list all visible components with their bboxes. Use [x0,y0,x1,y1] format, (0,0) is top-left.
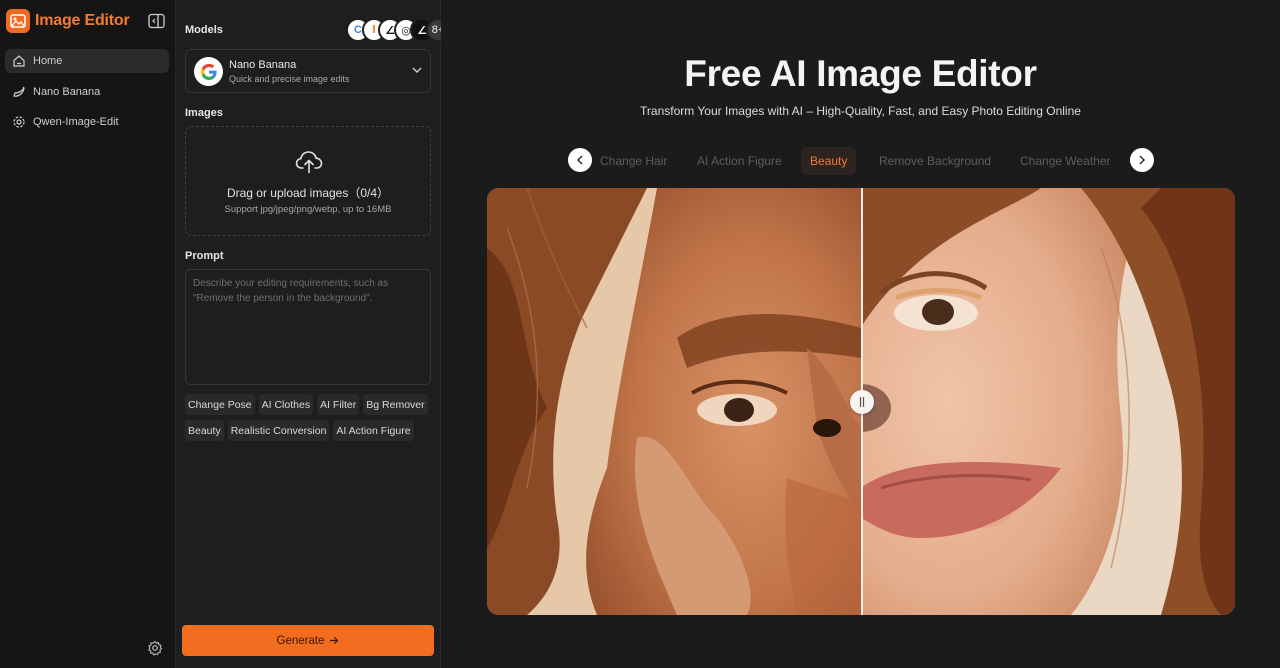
before-image [487,188,861,615]
chip-ai-filter[interactable]: AI Filter [317,394,360,415]
split-handle-icon[interactable] [850,390,874,414]
prompt-input[interactable] [185,269,431,385]
after-image [861,188,1235,615]
model-name: Nano Banana [229,59,297,71]
tabs-next-button[interactable] [1130,148,1154,172]
tab-remove-background[interactable]: Remove Background [879,147,991,175]
prompt-suggestion-chips: Change Pose AI Clothes AI Filter Bg Remo… [185,394,435,441]
home-icon [13,55,25,67]
generate-button[interactable]: Generate [182,625,434,656]
nav-item-nano-banana[interactable]: Nano Banana [5,80,169,104]
nav-item-qwen-image-edit[interactable]: Qwen-Image-Edit [5,110,169,134]
google-icon [194,57,223,86]
upload-hint: Support jpg/jpeg/png/webp, up to 16MB [224,204,392,215]
model-providers[interactable]: C l ∠ ◎ ∠ 8+ [346,18,450,42]
images-label: Images [185,107,223,119]
chip-ai-action-figure[interactable]: AI Action Figure [333,420,414,441]
app-name: Image Editor [35,12,130,29]
nav-item-label: Home [33,55,63,67]
gear-flower-icon [13,116,25,128]
chevron-left-icon [577,155,583,165]
chip-bg-remover[interactable]: Bg Remover [363,394,428,415]
image-upload-dropzone[interactable]: Drag or upload images（0/4） Support jpg/j… [185,126,431,236]
upload-title: Drag or upload images（0/4） [226,186,390,200]
logo-icon [6,9,30,33]
before-after-comparison[interactable] [487,188,1235,615]
chevron-down-icon [412,67,422,73]
sidebar-toggle-icon[interactable] [148,13,165,29]
tab-change-hair[interactable]: Change Hair [600,147,667,175]
chip-beauty[interactable]: Beauty [185,420,224,441]
tabs-prev-button[interactable] [568,148,592,172]
main-content: Free AI Image Editor Transform Your Imag… [441,0,1280,668]
model-description: Quick and precise image edits [229,74,350,84]
page-subtitle: Transform Your Images with AI – High-Qua… [640,104,1081,118]
page-title: Free AI Image Editor [684,53,1037,94]
tab-beauty[interactable]: Beauty [801,147,857,175]
chip-realistic-conversion[interactable]: Realistic Conversion [227,420,330,441]
sidebar-nav: Image Editor Home Nano Banana Qwen-Image… [0,0,176,668]
editor-form-panel: Models C l ∠ ◎ ∠ 8+ Nano Banana Quick an… [176,0,450,668]
brand[interactable]: Image Editor [6,9,130,33]
prompt-label: Prompt [185,250,224,262]
cloud-upload-icon [295,151,323,174]
nav-item-label: Qwen-Image-Edit [33,116,119,128]
tab-ai-action-figure[interactable]: AI Action Figure [697,147,782,175]
tab-change-weather[interactable]: Change Weather [1020,147,1111,175]
nav-item-home[interactable]: Home [5,49,169,73]
generate-label: Generate [276,634,325,647]
banana-icon [13,86,25,97]
nav-list: Home Nano Banana Qwen-Image-Edit [5,49,169,141]
models-label: Models [185,24,223,36]
chip-ai-clothes[interactable]: AI Clothes [258,394,314,415]
nav-item-label: Nano Banana [33,85,101,98]
model-select[interactable]: Nano Banana Quick and precise image edit… [185,49,431,93]
chevron-right-icon [1139,155,1145,165]
example-tabs: Change Hair AI Action Figure Beauty Remo… [568,147,1154,175]
chip-change-pose[interactable]: Change Pose [185,394,255,415]
arrow-right-icon [330,637,339,644]
settings-icon[interactable] [147,640,163,656]
app-root: Image Editor Home Nano Banana Qwen-Image… [0,0,1280,668]
